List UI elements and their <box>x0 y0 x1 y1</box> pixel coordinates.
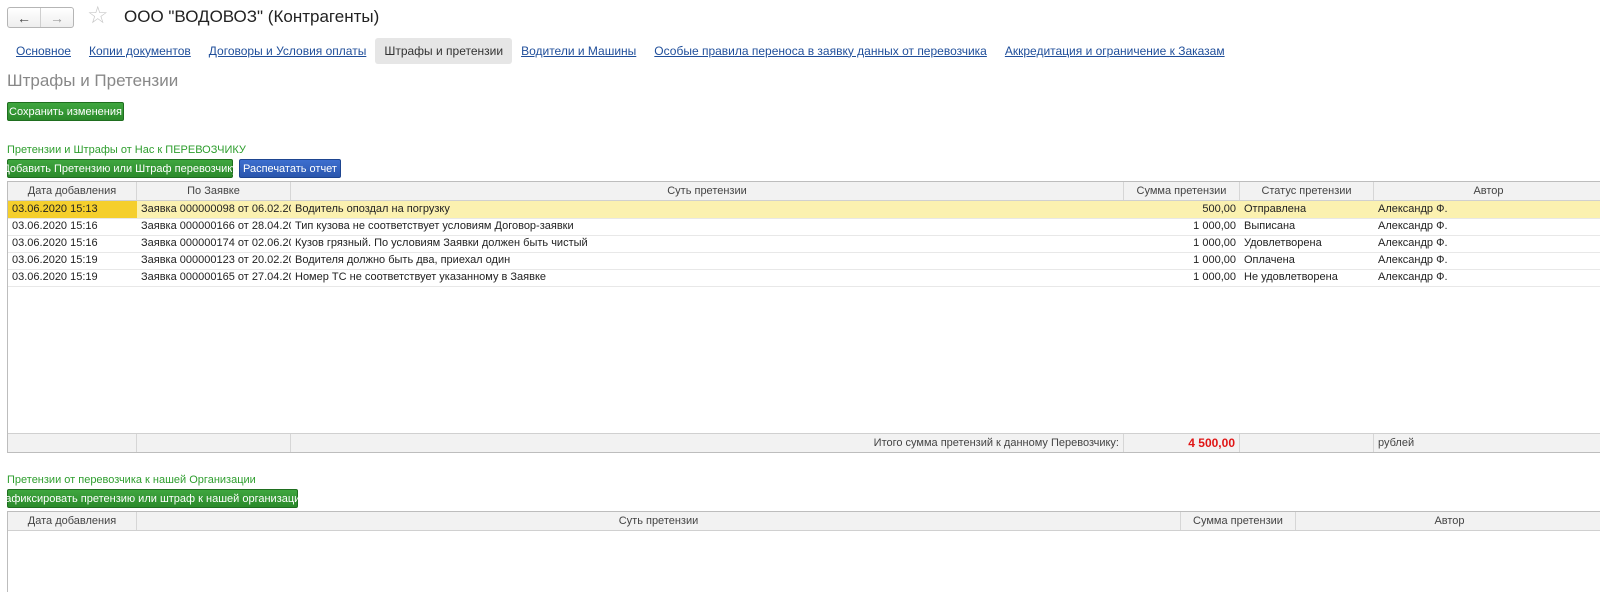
cell-essence: Тип кузова не соответствует условиям Дог… <box>295 220 574 232</box>
cell-author: Александр Ф. <box>1378 203 1448 215</box>
cell-order: Заявка 000000174 от 02.06.20... <box>141 237 291 249</box>
footer-empty-cell <box>1240 434 1374 452</box>
cell-order: Заявка 000000123 от 20.02.20... <box>141 254 291 266</box>
back-arrow-icon[interactable]: ← <box>8 8 40 27</box>
column-header-date[interactable]: Дата добавления <box>8 182 137 200</box>
cell-author: Александр Ф. <box>1378 220 1448 232</box>
tab-document-copies[interactable]: Копии документов <box>80 38 200 64</box>
cell-order: Заявка 000000165 от 27.04.20... <box>141 271 291 283</box>
save-changes-button[interactable]: Сохранить изменения <box>7 102 124 121</box>
claims-to-carrier-table: Дата добавления По Заявке Суть претензии… <box>7 181 1600 453</box>
table-footer: Итого сумма претензий к данному Перевозч… <box>8 433 1600 452</box>
tab-contracts[interactable]: Договоры и Условия оплаты <box>200 38 376 64</box>
table-row[interactable]: 03.06.2020 15:19 Заявка 000000123 от 20.… <box>8 252 1600 270</box>
cell-order: Заявка 000000098 от 06.02.20... <box>141 203 291 215</box>
cell-amount: 1 000,00 <box>1193 254 1236 266</box>
footer-empty-cell <box>8 434 137 452</box>
forward-arrow-icon[interactable]: → <box>40 8 73 27</box>
total-label: Итого сумма претензий к данному Перевозч… <box>291 434 1124 452</box>
table-header: Дата добавления По Заявке Суть претензии… <box>8 182 1600 201</box>
cell-date: 03.06.2020 15:19 <box>12 271 98 283</box>
table-row[interactable]: 03.06.2020 15:13 Заявка 000000098 от 06.… <box>8 201 1600 219</box>
cell-amount: 500,00 <box>1202 203 1236 215</box>
table-row[interactable]: 03.06.2020 15:16 Заявка 000000174 от 02.… <box>8 235 1600 253</box>
cell-date: 03.06.2020 15:13 <box>8 201 137 218</box>
tab-main[interactable]: Основное <box>7 38 80 64</box>
cell-status: Удовлетворена <box>1244 237 1322 249</box>
cell-date: 03.06.2020 15:16 <box>12 237 98 249</box>
navigation-buttons: ← → <box>7 7 74 28</box>
cell-status: Выписана <box>1244 220 1296 232</box>
tab-fines-claims[interactable]: Штрафы и претензии <box>375 37 513 64</box>
table-row[interactable]: 03.06.2020 15:16 Заявка 000000166 от 28.… <box>8 218 1600 236</box>
cell-order: Заявка 000000166 от 28.04.20... <box>141 220 291 232</box>
tab-transfer-rules[interactable]: Особые правила переноса в заявку данных … <box>645 38 996 64</box>
cell-status: Не удовлетворена <box>1244 271 1338 283</box>
column-header-status[interactable]: Статус претензии <box>1240 182 1374 200</box>
footer-empty-cell <box>137 434 291 452</box>
column-header-amount[interactable]: Сумма претензии <box>1124 182 1240 200</box>
claims-from-carrier-table: Дата добавления Суть претензии Сумма пре… <box>7 511 1600 592</box>
cell-essence: Кузов грязный. По условиям Заявки должен… <box>295 237 588 249</box>
column-header-author[interactable]: Автор <box>1374 182 1600 200</box>
claims-to-carrier-label: Претензии и Штрафы от Нас к ПЕРЕВОЗЧИКУ <box>7 144 246 156</box>
cell-author: Александр Ф. <box>1378 237 1448 249</box>
cell-date: 03.06.2020 15:19 <box>12 254 98 266</box>
cell-date: 03.06.2020 15:16 <box>12 220 98 232</box>
column-header-order[interactable]: По Заявке <box>137 182 291 200</box>
column-header-essence[interactable]: Суть претензии <box>291 182 1124 200</box>
currency-label: рублей <box>1378 437 1415 449</box>
table-header: Дата добавления Суть претензии Сумма пре… <box>8 512 1600 531</box>
cell-amount: 1 000,00 <box>1193 271 1236 283</box>
tab-accreditation[interactable]: Аккредитация и ограничение к Заказам <box>996 38 1234 64</box>
tab-drivers-vehicles[interactable]: Водители и Машины <box>512 38 645 64</box>
cell-author: Александр Ф. <box>1378 254 1448 266</box>
claims-from-carrier-label: Претензии от перевозчика к нашей Организ… <box>7 474 256 486</box>
table-row[interactable]: 03.06.2020 15:19 Заявка 000000165 от 27.… <box>8 269 1600 287</box>
tab-bar: Основное Копии документов Договоры и Усл… <box>7 36 1234 65</box>
cell-status: Отправлена <box>1244 203 1307 215</box>
column-header-essence[interactable]: Суть претензии <box>137 512 1181 530</box>
favorite-star-icon[interactable]: ☆ <box>87 4 109 28</box>
cell-essence: Водителя должно быть два, приехал один <box>295 254 511 266</box>
fix-claim-button[interactable]: Зафиксировать претензию или штраф к наше… <box>0 489 306 508</box>
column-header-date[interactable]: Дата добавления <box>8 512 137 530</box>
window-title: ООО "ВОДОВОЗ" (Контрагенты) <box>124 7 380 26</box>
total-value: 4 500,00 <box>1124 434 1240 452</box>
column-header-amount[interactable]: Сумма претензии <box>1181 512 1296 530</box>
cell-amount: 1 000,00 <box>1193 220 1236 232</box>
cell-essence: Номер ТС не соответствует указанному в З… <box>295 271 547 283</box>
cell-essence: Водитель опоздал на погрузку <box>295 203 450 215</box>
add-claim-button[interactable]: Добавить Претензию или Штраф перевозчику <box>2 159 238 178</box>
page-title: Штрафы и Претензии <box>7 71 179 90</box>
column-header-author[interactable]: Автор <box>1296 512 1600 530</box>
cell-status: Оплачена <box>1244 254 1295 266</box>
print-report-button[interactable]: Распечатать отчет <box>239 159 341 178</box>
cell-author: Александр Ф. <box>1378 271 1448 283</box>
cell-amount: 1 000,00 <box>1193 237 1236 249</box>
